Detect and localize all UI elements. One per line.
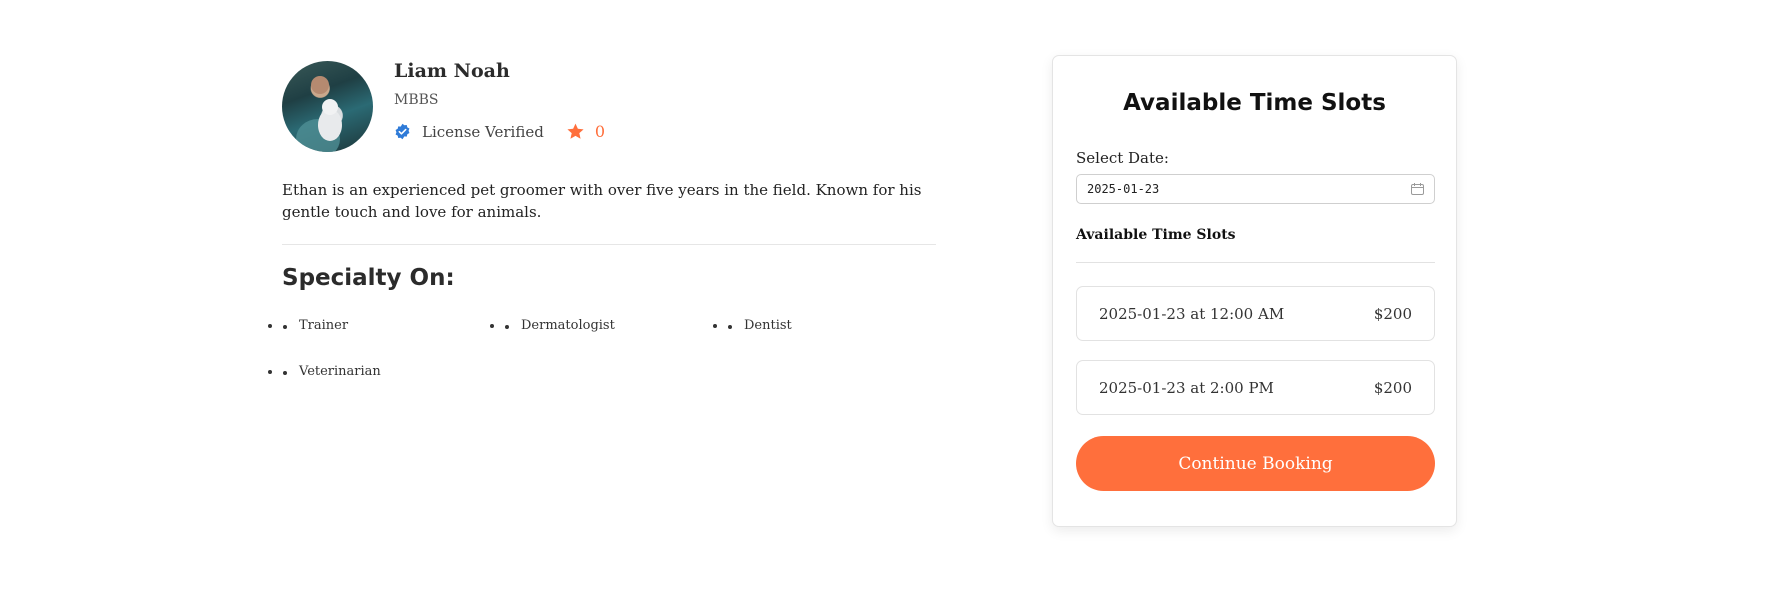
calendar-icon[interactable] xyxy=(1411,183,1424,195)
slot-price: $200 xyxy=(1373,304,1412,323)
star-icon xyxy=(566,122,585,141)
verification-row: License Verified 0 xyxy=(394,122,605,141)
specialty-item: Dentist xyxy=(727,318,792,333)
continue-booking-button[interactable]: Continue Booking xyxy=(1076,436,1435,491)
date-label: Select Date: xyxy=(1076,149,1169,167)
license-verified-label: License Verified xyxy=(422,122,544,141)
doctor-bio: Ethan is an experienced pet groomer with… xyxy=(282,181,922,221)
booking-card: Available Time Slots Select Date: 2025-0… xyxy=(1052,55,1457,527)
date-value: 2025-01-23 xyxy=(1087,182,1160,196)
doctor-degree: MBBS xyxy=(394,92,439,108)
date-input[interactable]: 2025-01-23 xyxy=(1076,174,1435,204)
slots-heading: Available Time Slots xyxy=(1076,227,1236,243)
time-slot[interactable]: 2025-01-23 at 2:00 PM $200 xyxy=(1076,360,1435,415)
specialty-item: Dermatologist xyxy=(504,318,615,333)
specialty-heading: Specialty On: xyxy=(282,265,455,291)
avatar xyxy=(282,61,373,152)
slots-divider xyxy=(1076,262,1435,263)
section-divider xyxy=(282,244,936,245)
slot-time: 2025-01-23 at 2:00 PM xyxy=(1099,378,1274,397)
specialty-item: Trainer xyxy=(282,318,348,333)
verified-badge-icon xyxy=(394,123,411,140)
booking-title: Available Time Slots xyxy=(1123,90,1386,116)
slot-time: 2025-01-23 at 12:00 AM xyxy=(1099,304,1285,323)
specialty-item: Veterinarian xyxy=(282,364,381,379)
doctor-name: Liam Noah xyxy=(394,60,510,82)
time-slot[interactable]: 2025-01-23 at 12:00 AM $200 xyxy=(1076,286,1435,341)
slot-price: $200 xyxy=(1373,378,1412,397)
rating-value: 0 xyxy=(594,122,606,141)
